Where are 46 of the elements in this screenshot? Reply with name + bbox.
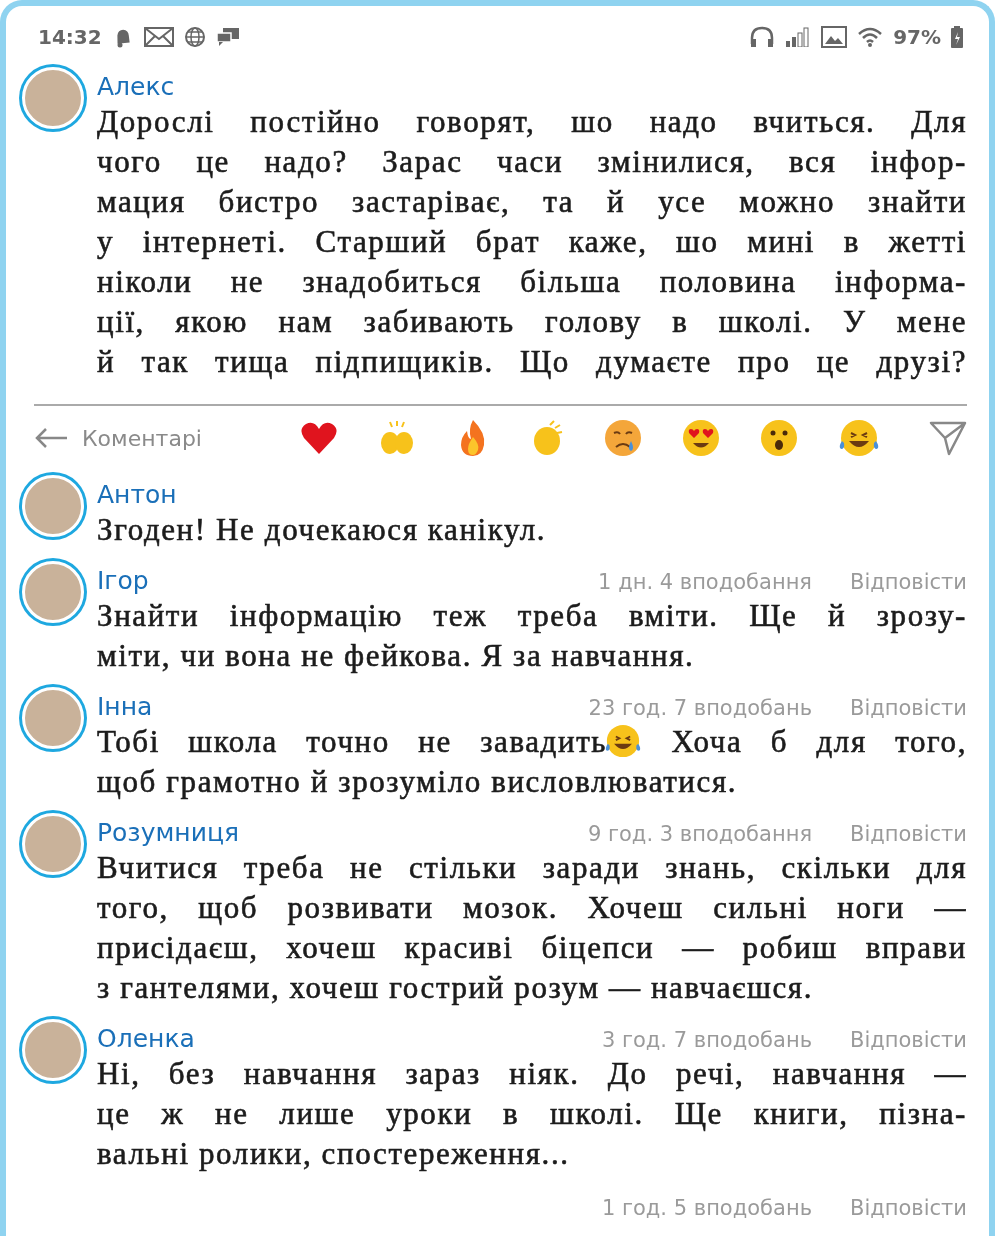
reply-link[interactable]: Відповісти <box>850 1026 967 1054</box>
comment-meta: 1 год. 5 вподобань <box>601 1195 812 1222</box>
avatar[interactable] <box>22 475 84 537</box>
reply-link[interactable]: Відповісти <box>850 1194 967 1222</box>
author-name[interactable]: Ігор <box>97 566 149 596</box>
comment-text: Вчитися треба не стільки заради знань, скільки для того, щоб розвивати мозок. Хочеш сильні ноги — присідаєш, хочеш красиві біцепси — робиш вправи з гантелями, хочеш гострий розум — навчаєшся. <box>97 849 967 1007</box>
author-name[interactable]: Антон <box>97 480 177 510</box>
reply-link[interactable]: Відповісти <box>850 568 967 596</box>
comment-meta: 3 год. 7 вподобань <box>601 1027 812 1054</box>
comment-meta: 9 год. 3 вподобання <box>587 821 812 848</box>
heart-eyes-face-icon[interactable] <box>682 419 721 457</box>
headphones-icon <box>749 26 776 48</box>
comment-text: Ні, без навчання зараз ніяк. До речі, навчання — це ж не лише уроки в школі. Ще книги, пізна- вальні ролики, спостереження... <box>97 1055 967 1173</box>
reply-link[interactable]: Відповісти <box>850 820 967 848</box>
author-name[interactable]: Оленка <box>97 1024 195 1054</box>
avatar[interactable] <box>22 67 84 129</box>
comment-text: Згоден! Не дочекаюся канікул. <box>97 511 548 549</box>
image-icon <box>821 26 848 48</box>
author-name[interactable]: Розумниця <box>97 818 239 848</box>
comment-text: Знайти інформацію теж треба вміти. Ще й зрозу- міти, чи вона не фейкова. Я за навчання. <box>97 597 967 675</box>
battery-icon <box>951 26 963 48</box>
heart-icon[interactable] <box>300 421 339 455</box>
avatar[interactable] <box>22 687 84 749</box>
send-icon[interactable] <box>929 420 967 456</box>
wifi-icon <box>857 26 884 48</box>
crying-face-icon[interactable] <box>604 419 643 457</box>
comment-text: Тобі школа точно не завадить Хоча б для того, щоб грамотно й зрозуміло висловлюватися. <box>97 723 967 801</box>
post-text: Дорослі постійно говорят, шо надо вчиться. Для чого це надо? Зарас часи змінилися, вся інфор- мация бистро застаріває, та й усе можно знайти у інтернеті. Старший брат каже, шо мині в жетті ніколи не знадобиться більша половина інформа- ції, якою нам забивають голову в школі. У мене й так тища підпищиків. Що думаєте про це друзі? <box>97 103 967 381</box>
comment-meta: 1 дн. 4 вподобання <box>598 569 812 596</box>
laughing-face-icon[interactable] <box>838 419 881 457</box>
signal-icon <box>785 27 812 47</box>
back-arrow-icon <box>34 427 68 449</box>
comment-meta: 23 год. 7 вподобань <box>588 695 812 722</box>
author-name[interactable]: Алекс <box>97 72 175 102</box>
chat-icon <box>215 27 240 47</box>
avatar[interactable] <box>22 1019 84 1081</box>
battery-percent: 97% <box>893 25 941 49</box>
back-button[interactable]: Коментарі <box>34 425 202 451</box>
status-time: 14:32 <box>38 25 102 49</box>
surprised-face-icon[interactable] <box>760 419 799 457</box>
author-name[interactable]: Інна <box>97 692 153 722</box>
avatar[interactable] <box>22 561 84 623</box>
reply-link[interactable]: Відповісти <box>850 694 967 722</box>
avatar[interactable] <box>22 813 84 875</box>
globe-icon <box>183 26 206 48</box>
mail-icon <box>143 27 174 47</box>
